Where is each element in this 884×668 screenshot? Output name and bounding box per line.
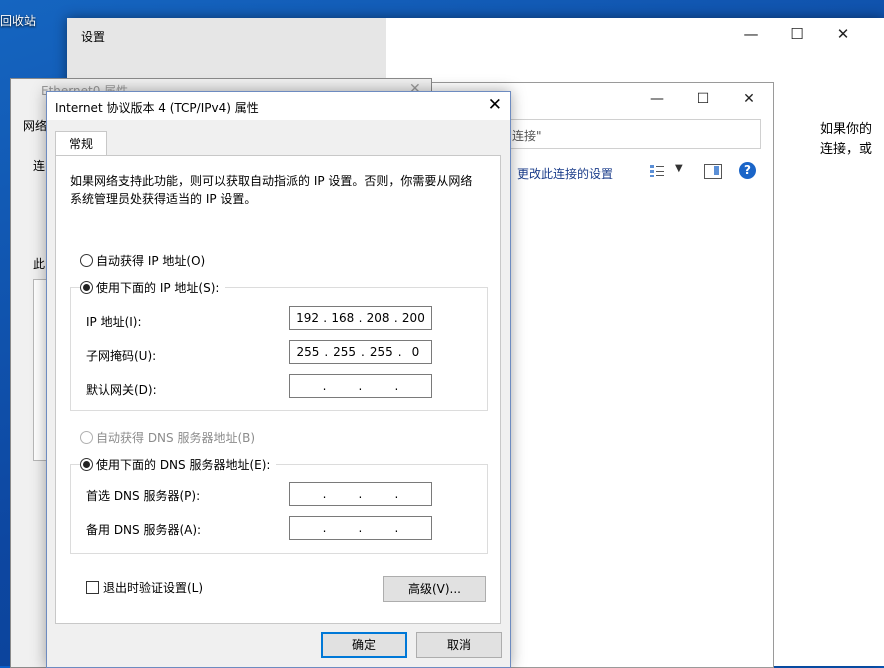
cancel-button[interactable]: 取消 [416,632,502,658]
view-dropdown-icon[interactable]: ▼ [675,163,683,174]
auto-ip-radio-row[interactable]: 自动获得 IP 地址(O) [80,252,212,269]
dialog-description: 如果网络支持此功能，则可以获取自动指派的 IP 设置。否则，你需要从网络系统管理… [70,174,473,206]
view-options-icon[interactable] [649,164,665,178]
gateway-label: 默认网关(D): [86,383,157,397]
ethernet-this-label: 此 [33,257,46,271]
settings-text-line2: 连接，或 [820,142,873,157]
ethernet-connect-label: 连 [33,159,46,173]
manual-dns-radio[interactable] [80,458,93,471]
auto-ip-radio[interactable] [80,254,93,267]
subnet-mask-field[interactable]: 255. 255. 255. 0 [289,340,432,364]
recycle-bin-label[interactable]: 回收站 [0,12,36,29]
general-tab-panel: 如果网络支持此功能，则可以获取自动指派的 IP 设置。否则，你需要从网络系统管理… [55,155,501,624]
ip-octet-3: 208 [366,311,390,325]
auto-dns-radio-row: 自动获得 DNS 服务器地址(B) [80,429,262,446]
change-connection-settings-link[interactable]: 更改此连接的设置 [517,165,613,182]
minimize-button[interactable]: — [728,18,774,50]
subnet-octet-4: 0 [411,345,420,359]
settings-text-line1: 如果你的 [820,122,873,137]
dns-settings-group [70,464,488,554]
gateway-field[interactable]: . . . [289,374,432,398]
preferred-dns-field[interactable]: . . . [289,482,432,506]
settings-window-title: 设置 [81,30,106,44]
ip-address-field[interactable]: 192. 168. 208. 200 [289,306,432,330]
alternate-dns-label: 备用 DNS 服务器(A): [86,523,202,537]
tab-general[interactable]: 常规 [55,131,107,157]
dialog-close-icon[interactable]: ✕ [488,95,502,115]
subnet-octet-2: 255 [333,345,357,359]
netconn-search-text: 连接" [512,129,542,143]
manual-ip-radio[interactable] [80,281,93,294]
validate-on-exit-row[interactable]: 退出时验证设置(L) [86,579,203,596]
preview-pane-icon[interactable] [704,164,722,179]
alternate-dns-field[interactable]: . . . [289,516,432,540]
maximize-button[interactable]: ☐ [774,18,820,50]
ip-octet-4: 200 [401,311,425,325]
subnet-mask-label: 子网掩码(U): [86,349,157,363]
subnet-octet-1: 255 [296,345,320,359]
ok-button[interactable]: 确定 [321,632,407,658]
dialog-titlebar: Internet 协议版本 4 (TCP/IPv4) 属性 ✕ [47,92,510,120]
netconn-maximize-button[interactable]: ☐ [680,83,726,115]
manual-dns-label: 使用下面的 DNS 服务器地址(E): [96,458,271,472]
netconn-search-box[interactable]: 连接" [509,119,761,149]
ip-octet-1: 192 [296,311,320,325]
ip-octet-2: 168 [331,311,355,325]
netconn-close-button[interactable]: ✕ [726,83,772,115]
ethernet-tab-network[interactable]: 网络 [23,117,47,134]
close-button[interactable]: ✕ [820,18,866,50]
netconn-minimize-button[interactable]: — [634,83,680,115]
ipv4-properties-dialog: Internet 协议版本 4 (TCP/IPv4) 属性 ✕ 常规 如果网络支… [46,91,511,668]
validate-on-exit-label: 退出时验证设置(L) [103,581,204,595]
auto-dns-radio [80,431,93,444]
dialog-title: Internet 协议版本 4 (TCP/IPv4) 属性 [55,101,259,115]
manual-ip-label: 使用下面的 IP 地址(S): [96,281,220,295]
manual-ip-radio-row[interactable]: 使用下面的 IP 地址(S): [80,279,226,296]
manual-dns-radio-row[interactable]: 使用下面的 DNS 服务器地址(E): [80,456,277,473]
help-icon[interactable]: ? [739,162,756,179]
preferred-dns-label: 首选 DNS 服务器(P): [86,489,201,503]
auto-ip-label: 自动获得 IP 地址(O) [96,254,206,268]
advanced-button[interactable]: 高级(V)... [383,576,486,602]
subnet-octet-3: 255 [369,345,393,359]
validate-on-exit-checkbox[interactable] [86,581,99,594]
auto-dns-label: 自动获得 DNS 服务器地址(B) [96,431,256,445]
ip-address-label: IP 地址(I): [86,315,142,329]
